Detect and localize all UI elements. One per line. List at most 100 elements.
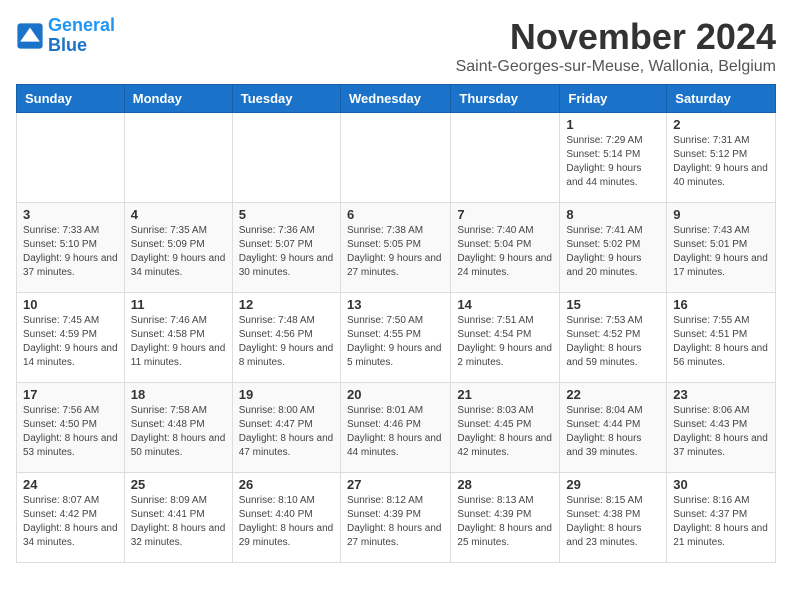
weekday-header-sunday: Sunday [17,85,125,113]
calendar-cell [451,113,560,203]
logo-icon [16,22,44,50]
title-section: November 2024 Saint-Georges-sur-Meuse, W… [456,16,776,76]
calendar-cell: 29 Sunrise: 8:15 AM Sunset: 4:38 PM Dayli… [560,473,667,563]
weekday-header-row: SundayMondayTuesdayWednesdayThursdayFrid… [17,85,776,113]
day-info: Sunrise: 8:01 AM Sunset: 4:46 PM Dayligh… [347,404,444,460]
day-number: 11 [131,297,226,312]
calendar-cell: 21 Sunrise: 8:03 AM Sunset: 4:45 PM Dayli… [451,383,560,473]
day-number: 13 [347,297,444,312]
day-number: 20 [347,387,444,402]
calendar-cell: 12 Sunrise: 7:48 AM Sunset: 4:56 PM Dayli… [232,293,340,383]
day-info: Sunrise: 8:12 AM Sunset: 4:39 PM Dayligh… [347,494,444,550]
day-number: 1 [566,117,660,132]
calendar-cell: 19Sunrise: 8:00 AM Sunset: 4:47 PM Dayli… [232,383,340,473]
calendar-week-4: 17 Sunrise: 7:56 AM Sunset: 4:50 PM Dayli… [17,383,776,473]
day-info: Sunrise: 8:00 AM Sunset: 4:47 PM Dayligh… [239,404,334,460]
day-info: Sunrise: 7:31 AM Sunset: 5:12 PM Dayligh… [673,134,769,190]
day-info: Sunrise: 8:07 AM Sunset: 4:42 PM Dayligh… [23,494,118,550]
calendar-cell: 15 Sunrise: 7:53 AM Sunset: 4:52 PM Dayli… [560,293,667,383]
day-info: Sunrise: 8:10 AM Sunset: 4:40 PM Dayligh… [239,494,334,550]
weekday-header-tuesday: Tuesday [232,85,340,113]
day-info: Sunrise: 7:38 AM Sunset: 5:05 PM Dayligh… [347,224,444,280]
day-number: 21 [457,387,553,402]
calendar-week-3: 10Sunrise: 7:45 AM Sunset: 4:59 PM Dayli… [17,293,776,383]
day-number: 12 [239,297,334,312]
day-info: Sunrise: 7:50 AM Sunset: 4:55 PM Dayligh… [347,314,444,370]
calendar-week-2: 3 Sunrise: 7:33 AM Sunset: 5:10 PM Daylig… [17,203,776,293]
calendar-week-5: 24 Sunrise: 8:07 AM Sunset: 4:42 PM Dayli… [17,473,776,563]
calendar-cell: 3 Sunrise: 7:33 AM Sunset: 5:10 PM Daylig… [17,203,125,293]
calendar-week-1: 1Sunrise: 7:29 AM Sunset: 5:14 PM Daylig… [17,113,776,203]
day-number: 25 [131,477,226,492]
day-number: 6 [347,207,444,222]
calendar-cell: 1Sunrise: 7:29 AM Sunset: 5:14 PM Daylig… [560,113,667,203]
day-info: Sunrise: 7:51 AM Sunset: 4:54 PM Dayligh… [457,314,553,370]
day-number: 16 [673,297,769,312]
weekday-header-saturday: Saturday [667,85,776,113]
month-title: November 2024 [456,16,776,58]
day-info: Sunrise: 8:09 AM Sunset: 4:41 PM Dayligh… [131,494,226,550]
day-info: Sunrise: 7:41 AM Sunset: 5:02 PM Dayligh… [566,224,660,280]
day-number: 23 [673,387,769,402]
weekday-header-wednesday: Wednesday [340,85,450,113]
day-number: 24 [23,477,118,492]
day-info: Sunrise: 8:04 AM Sunset: 4:44 PM Dayligh… [566,404,660,460]
day-number: 5 [239,207,334,222]
calendar-cell: 22 Sunrise: 8:04 AM Sunset: 4:44 PM Dayli… [560,383,667,473]
day-number: 27 [347,477,444,492]
calendar-cell: 4 Sunrise: 7:35 AM Sunset: 5:09 PM Daylig… [124,203,232,293]
day-info: Sunrise: 7:36 AM Sunset: 5:07 PM Dayligh… [239,224,334,280]
day-number: 15 [566,297,660,312]
calendar-cell: 2Sunrise: 7:31 AM Sunset: 5:12 PM Daylig… [667,113,776,203]
day-info: Sunrise: 7:43 AM Sunset: 5:01 PM Dayligh… [673,224,769,280]
weekday-header-thursday: Thursday [451,85,560,113]
day-info: Sunrise: 7:58 AM Sunset: 4:48 PM Dayligh… [131,404,226,460]
day-info: Sunrise: 7:40 AM Sunset: 5:04 PM Dayligh… [457,224,553,280]
location-title: Saint-Georges-sur-Meuse, Wallonia, Belgi… [456,58,776,76]
calendar-cell [124,113,232,203]
calendar-cell [17,113,125,203]
calendar-table: SundayMondayTuesdayWednesdayThursdayFrid… [16,84,776,563]
day-number: 3 [23,207,118,222]
day-number: 28 [457,477,553,492]
calendar-cell: 9 Sunrise: 7:43 AM Sunset: 5:01 PM Daylig… [667,203,776,293]
day-number: 29 [566,477,660,492]
day-number: 30 [673,477,769,492]
calendar-cell: 18Sunrise: 7:58 AM Sunset: 4:48 PM Dayli… [124,383,232,473]
day-info: Sunrise: 8:03 AM Sunset: 4:45 PM Dayligh… [457,404,553,460]
day-info: Sunrise: 7:35 AM Sunset: 5:09 PM Dayligh… [131,224,226,280]
day-info: Sunrise: 7:53 AM Sunset: 4:52 PM Dayligh… [566,314,660,370]
calendar-cell: 14 Sunrise: 7:51 AM Sunset: 4:54 PM Dayli… [451,293,560,383]
day-info: Sunrise: 8:06 AM Sunset: 4:43 PM Dayligh… [673,404,769,460]
calendar-cell: 28Sunrise: 8:13 AM Sunset: 4:39 PM Dayli… [451,473,560,563]
day-number: 17 [23,387,118,402]
logo: General Blue [16,16,115,56]
day-info: Sunrise: 7:55 AM Sunset: 4:51 PM Dayligh… [673,314,769,370]
day-number: 26 [239,477,334,492]
calendar-cell: 7 Sunrise: 7:40 AM Sunset: 5:04 PM Daylig… [451,203,560,293]
calendar-cell: 17 Sunrise: 7:56 AM Sunset: 4:50 PM Dayli… [17,383,125,473]
day-number: 14 [457,297,553,312]
calendar-cell: 24 Sunrise: 8:07 AM Sunset: 4:42 PM Dayli… [17,473,125,563]
weekday-header-monday: Monday [124,85,232,113]
calendar-cell: 23 Sunrise: 8:06 AM Sunset: 4:43 PM Dayli… [667,383,776,473]
day-number: 8 [566,207,660,222]
calendar-cell: 16 Sunrise: 7:55 AM Sunset: 4:51 PM Dayli… [667,293,776,383]
day-info: Sunrise: 7:46 AM Sunset: 4:58 PM Dayligh… [131,314,226,370]
day-info: Sunrise: 8:15 AM Sunset: 4:38 PM Dayligh… [566,494,660,550]
day-info: Sunrise: 7:48 AM Sunset: 4:56 PM Dayligh… [239,314,334,370]
day-info: Sunrise: 7:33 AM Sunset: 5:10 PM Dayligh… [23,224,118,280]
day-number: 22 [566,387,660,402]
calendar-cell: 27 Sunrise: 8:12 AM Sunset: 4:39 PM Dayli… [340,473,450,563]
day-info: Sunrise: 7:56 AM Sunset: 4:50 PM Dayligh… [23,404,118,460]
calendar-cell: 6 Sunrise: 7:38 AM Sunset: 5:05 PM Daylig… [340,203,450,293]
calendar-cell: 13 Sunrise: 7:50 AM Sunset: 4:55 PM Dayli… [340,293,450,383]
day-number: 7 [457,207,553,222]
day-number: 10 [23,297,118,312]
day-number: 9 [673,207,769,222]
calendar-cell: 10Sunrise: 7:45 AM Sunset: 4:59 PM Dayli… [17,293,125,383]
page-header: General Blue November 2024 Saint-Georges… [16,16,776,76]
day-number: 4 [131,207,226,222]
calendar-cell: 5 Sunrise: 7:36 AM Sunset: 5:07 PM Daylig… [232,203,340,293]
calendar-cell: 20 Sunrise: 8:01 AM Sunset: 4:46 PM Dayli… [340,383,450,473]
